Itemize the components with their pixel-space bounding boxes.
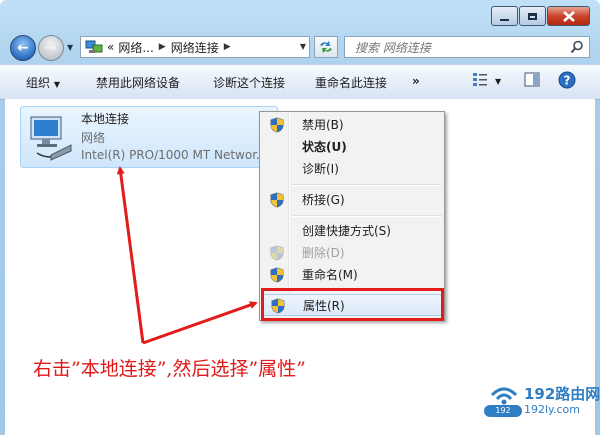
- watermark: 192路由网 192 192ly.com: [484, 383, 600, 423]
- watermark-brand: 192路由网: [524, 385, 600, 403]
- arrow-to-connection: [116, 166, 145, 344]
- wifi-logo-icon: [490, 387, 518, 405]
- arrow-to-properties: [142, 301, 258, 345]
- instruction-annotation: 右击”本地连接”,然后选择”属性”: [33, 358, 306, 380]
- explorer-window: ← → ▼ « 网络... ▶ 网络连接 ▶ ▼ 组织 ▼ 禁用此网络设备 诊断…: [0, 0, 600, 435]
- watermark-url: 192ly.com: [524, 403, 580, 416]
- watermark-tag: 192: [484, 405, 522, 417]
